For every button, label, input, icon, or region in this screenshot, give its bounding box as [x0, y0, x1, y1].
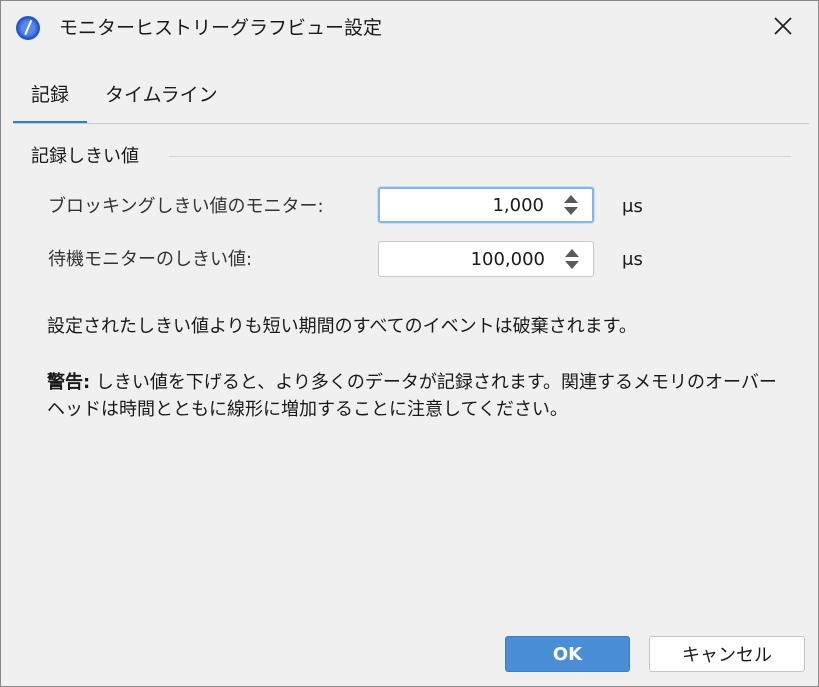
spinner-arrows-icon[interactable] [561, 242, 583, 276]
group-divider [169, 156, 791, 157]
tab-timeline[interactable]: タイムライン [105, 73, 218, 122]
window-title: モニターヒストリーグラフビュー設定 [59, 17, 383, 39]
wait-threshold-value[interactable]: 100,000 [471, 242, 545, 276]
tab-timeline-label: タイムライン [105, 84, 218, 106]
dialog-window: モニターヒストリーグラフビュー設定 記録 タイムライン 記録しきい値 ブロッキン… [0, 0, 819, 687]
group-title: 記録しきい値 [31, 146, 139, 167]
tab-divider [13, 123, 809, 124]
wait-threshold-label: 待機モニターのしきい値: [48, 249, 253, 270]
close-icon [773, 16, 793, 40]
warning-label: 警告: [47, 372, 91, 393]
close-button[interactable] [761, 9, 805, 47]
wait-threshold-spinner[interactable]: 100,000 [378, 241, 594, 277]
info-text: 設定されたしきい値よりも短い期間のすべてのイベントは破棄されます。 [47, 316, 637, 337]
tab-bar: 記録 タイムライン [13, 73, 809, 125]
blocking-threshold-label: ブロッキングしきい値のモニター: [48, 196, 324, 217]
blocking-threshold-spinner[interactable]: 1,000 [378, 187, 594, 223]
spinner-arrows-icon[interactable] [560, 189, 582, 221]
tab-recording-label: 記録 [30, 84, 69, 106]
cancel-button[interactable]: キャンセル [649, 636, 805, 672]
warning-body: しきい値を下げると、より多くのデータが記録されます。関連するメモリのオーバーヘッ… [47, 372, 777, 420]
ok-button[interactable]: OK [505, 636, 630, 672]
wait-threshold-unit: μs [622, 249, 643, 270]
title-bar: モニターヒストリーグラフビュー設定 [1, 1, 818, 55]
tab-recording[interactable]: 記録 [13, 73, 87, 124]
blocking-threshold-unit: μs [622, 196, 643, 217]
warning-text: 警告: しきい値を下げると、より多くのデータが記録されます。関連するメモリのオー… [47, 369, 779, 423]
gauge-icon [15, 15, 41, 41]
blocking-threshold-value[interactable]: 1,000 [492, 189, 544, 221]
